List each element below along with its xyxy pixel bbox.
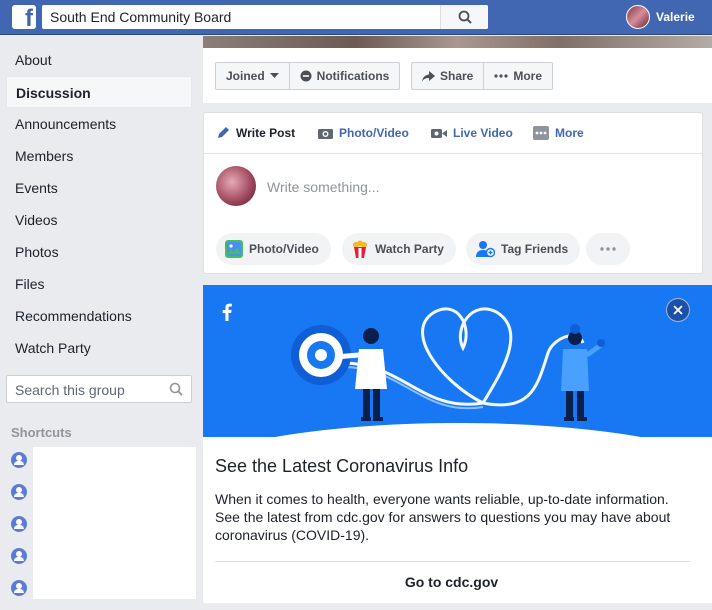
go-to-cdc-link[interactable]: Go to cdc.gov <box>203 574 700 590</box>
watch-party-button[interactable]: Watch Party <box>342 233 456 265</box>
search-icon[interactable] <box>169 382 183 401</box>
facebook-f-icon <box>222 303 232 321</box>
user-name[interactable]: Valerie <box>656 10 695 24</box>
share-button[interactable]: Share <box>412 63 483 89</box>
group-search-placeholder: Search this group <box>15 382 125 398</box>
share-icon <box>422 70 435 82</box>
nav-item-announcements[interactable]: Announcements <box>6 108 192 140</box>
avatar[interactable] <box>626 5 650 29</box>
group-icon[interactable] <box>11 580 27 596</box>
camera-icon <box>318 129 333 139</box>
search-icon <box>458 10 472 24</box>
hero-bottom-curve <box>203 423 712 437</box>
joined-button[interactable]: Joined <box>216 63 289 89</box>
group-search-input[interactable]: Search this group <box>6 375 192 403</box>
top-bar: f South End Community Board Valerie <box>0 0 712 35</box>
facebook-logo-icon[interactable]: f <box>12 5 36 31</box>
pill-label: Watch Party <box>375 242 444 256</box>
more-dots-icon <box>600 247 616 251</box>
group-action-bar: Joined Notifications Share More <box>203 48 712 103</box>
share-button-group: Share More <box>411 62 554 90</box>
group-icon[interactable] <box>11 516 27 532</box>
tag-friends-button[interactable]: Tag Friends <box>466 233 581 265</box>
tab-label: Write Post <box>236 126 296 140</box>
covid-card-title: See the Latest Coronavirus Info <box>215 456 469 476</box>
write-something-input[interactable]: Write something... <box>267 179 380 195</box>
composer-tabs: Write Post Photo/Video Live Video More <box>204 113 702 154</box>
nav-item-about[interactable]: About <box>6 44 192 76</box>
nav-item-videos[interactable]: Videos <box>6 204 192 236</box>
pencil-icon <box>218 127 229 138</box>
photo-icon <box>225 240 243 258</box>
covid-card-body: When it comes to health, everyone wants … <box>215 491 671 543</box>
popcorn-icon <box>353 240 367 258</box>
nav-item-files[interactable]: Files <box>6 268 192 300</box>
more-square-icon <box>533 126 549 140</box>
share-label: Share <box>440 69 474 83</box>
tab-label: Photo/Video <box>339 126 409 140</box>
nav-item-photos[interactable]: Photos <box>6 236 192 268</box>
shortcuts-heading: Shortcuts <box>11 425 72 440</box>
more-button[interactable]: More <box>483 63 552 89</box>
tab-write-post[interactable]: Write Post <box>216 126 295 140</box>
tag-friends-icon <box>476 241 495 258</box>
coronavirus-info-card: See the Latest Coronavirus Info When it … <box>203 285 712 603</box>
group-icon[interactable] <box>11 484 27 500</box>
covid-hero-illustration <box>203 285 712 437</box>
health-workers-illustration <box>291 307 605 421</box>
nav-item-discussion[interactable]: Discussion <box>6 76 192 108</box>
tab-label: Live Video <box>453 126 513 140</box>
more-options-button[interactable] <box>586 233 630 265</box>
close-button[interactable] <box>666 298 690 322</box>
video-camera-icon <box>431 128 447 138</box>
pill-label: Photo/Video <box>249 242 319 256</box>
avatar[interactable] <box>216 166 256 206</box>
notifications-button[interactable]: Notifications <box>288 63 400 89</box>
search-button[interactable] <box>440 5 488 29</box>
search-input-value[interactable]: South End Community Board <box>50 9 231 25</box>
global-search-input[interactable]: South End Community Board <box>42 5 488 29</box>
tab-live-video[interactable]: Live Video <box>431 126 513 140</box>
group-icon[interactable] <box>11 452 27 468</box>
tab-photo-video[interactable]: Photo/Video <box>318 126 409 140</box>
user-profile-link[interactable]: Valerie <box>626 5 695 29</box>
caret-down-icon <box>269 73 279 78</box>
nav-item-events[interactable]: Events <box>6 172 192 204</box>
tab-label: More <box>555 126 584 140</box>
cover-photo[interactable] <box>203 36 712 48</box>
notifications-icon <box>300 70 312 82</box>
shortcuts-list <box>33 447 196 599</box>
more-dots-icon <box>494 74 508 78</box>
nav-item-watch-party[interactable]: Watch Party <box>6 332 192 364</box>
nav-item-recommendations[interactable]: Recommendations <box>6 300 192 332</box>
group-nav: About Discussion Announcements Members E… <box>6 44 192 364</box>
divider <box>215 561 690 562</box>
joined-label: Joined <box>226 69 265 83</box>
post-composer: Write Post Photo/Video Live Video More W… <box>203 112 703 274</box>
tab-more[interactable]: More <box>533 126 584 140</box>
membership-button-group: Joined Notifications <box>215 62 401 90</box>
notifications-label: Notifications <box>316 69 390 83</box>
group-icon[interactable] <box>11 548 27 564</box>
pill-label: Tag Friends <box>501 242 569 256</box>
nav-item-members[interactable]: Members <box>6 140 192 172</box>
more-label: More <box>513 69 543 83</box>
close-icon <box>673 305 683 315</box>
photo-video-button[interactable]: Photo/Video <box>216 233 331 265</box>
